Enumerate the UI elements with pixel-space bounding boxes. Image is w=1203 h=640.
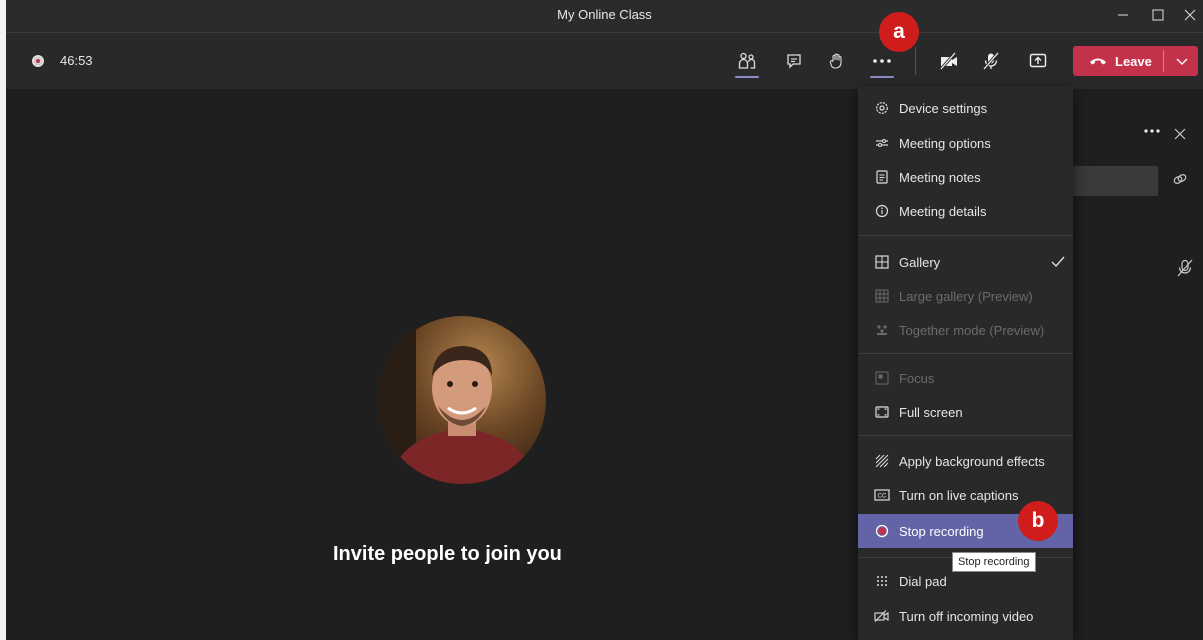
more-icon <box>1144 129 1160 133</box>
notes-icon <box>874 169 890 185</box>
panel-close-button[interactable] <box>1174 128 1186 140</box>
chevron-down-icon <box>1176 58 1188 65</box>
mic-toggle-button[interactable] <box>976 47 1006 75</box>
fullscreen-icon <box>874 404 890 420</box>
minimize-button[interactable] <box>1111 4 1135 26</box>
menu-separator <box>858 435 1073 436</box>
chat-button[interactable] <box>779 47 809 75</box>
menu-item-turn-off-incoming-video[interactable]: Turn off incoming video <box>858 600 1073 632</box>
title-bar: My Online Class <box>6 0 1203 33</box>
menu-separator <box>858 353 1073 354</box>
raise-hand-icon <box>829 53 842 69</box>
participant-mic-status <box>1177 259 1193 277</box>
share-screen-icon <box>1029 53 1047 68</box>
recording-indicator-icon <box>32 55 44 67</box>
people-group-icon <box>874 322 890 338</box>
panel-more-button[interactable] <box>1143 128 1161 134</box>
meeting-toolbar: 46:53 Leave <box>6 33 1203 89</box>
copy-link-button[interactable] <box>1172 172 1188 186</box>
cc-icon: CC <box>874 487 890 503</box>
invite-message: Invite people to join you <box>333 543 562 565</box>
window-title: My Online Class <box>557 7 652 22</box>
focus-icon <box>874 370 890 386</box>
toolbar-separator <box>915 47 916 75</box>
sliders-icon <box>874 135 890 151</box>
maximize-icon <box>1152 9 1164 21</box>
info-icon <box>874 203 890 219</box>
leave-label: Leave <box>1115 53 1152 69</box>
record-icon <box>874 523 890 539</box>
menu-item-background-effects[interactable]: Apply background effects <box>858 445 1073 477</box>
menu-separator <box>858 235 1073 236</box>
camera-off-icon <box>939 52 957 70</box>
leave-button[interactable]: Leave <box>1073 46 1198 76</box>
menu-item-meeting-notes[interactable]: Meeting notes <box>858 161 1073 193</box>
checkmark-icon <box>1051 256 1065 268</box>
raise-hand-button[interactable] <box>822 47 852 75</box>
camera-toggle-button[interactable] <box>934 47 964 75</box>
dialpad-icon <box>874 573 890 589</box>
menu-item-focus: Focus <box>858 362 1073 394</box>
participant-avatar <box>378 316 546 484</box>
menu-item-gallery[interactable]: Gallery <box>858 246 1073 278</box>
panel-input-field[interactable] <box>1072 166 1158 196</box>
annotation-badge-a: a <box>879 12 919 52</box>
minimize-icon <box>1118 14 1128 16</box>
mic-off-icon <box>982 52 1000 70</box>
more-icon <box>873 59 891 63</box>
menu-item-meeting-details[interactable]: Meeting details <box>858 195 1073 227</box>
menu-item-full-screen[interactable]: Full screen <box>858 396 1073 428</box>
maximize-button[interactable] <box>1146 4 1170 26</box>
link-icon <box>1173 174 1187 184</box>
video-off-icon <box>874 608 890 624</box>
menu-item-large-gallery: Large gallery (Preview) <box>858 280 1073 312</box>
svg-text:CC: CC <box>878 494 887 500</box>
hang-up-icon <box>1090 58 1106 65</box>
meeting-timer: 46:53 <box>60 53 93 68</box>
background-effects-icon <box>874 453 890 469</box>
chat-icon <box>787 54 801 69</box>
gear-icon <box>874 100 890 116</box>
participants-icon <box>738 52 756 69</box>
close-icon <box>1184 9 1196 21</box>
large-grid-icon <box>874 288 890 304</box>
close-window-button[interactable] <box>1178 4 1202 26</box>
share-screen-button[interactable] <box>1023 47 1053 75</box>
grid-icon <box>874 254 890 270</box>
participants-button[interactable] <box>732 47 762 78</box>
menu-item-together-mode: Together mode (Preview) <box>858 314 1073 346</box>
close-icon <box>1174 128 1186 140</box>
menu-item-meeting-options[interactable]: Meeting options <box>858 127 1073 159</box>
menu-item-device-settings[interactable]: Device settings <box>858 92 1073 124</box>
stop-recording-tooltip: Stop recording <box>952 552 1036 572</box>
annotation-badge-b: b <box>1018 501 1058 541</box>
mic-off-icon <box>1177 259 1193 277</box>
